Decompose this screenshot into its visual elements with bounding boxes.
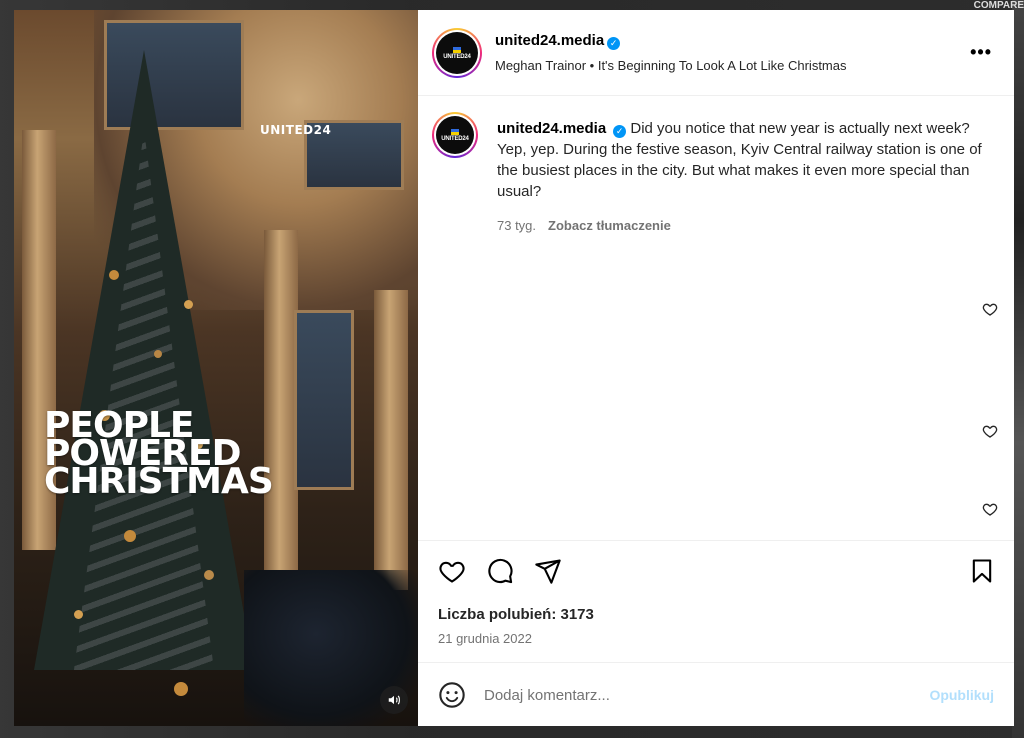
caption-avatar[interactable]: UNITED24 <box>432 112 478 158</box>
ornament <box>74 610 83 619</box>
more-options-button[interactable]: ••• <box>970 42 992 63</box>
heart-icon[interactable] <box>438 557 466 585</box>
smiley-icon[interactable] <box>438 681 466 709</box>
ornament <box>109 270 119 280</box>
media-column <box>374 290 408 590</box>
ornament <box>174 682 188 696</box>
caption-username[interactable]: united24.media <box>497 120 606 137</box>
avatar[interactable]: UNITED24 <box>432 28 482 78</box>
mute-button[interactable] <box>380 686 408 714</box>
header-username[interactable]: united24.media <box>495 32 604 49</box>
avatar-text: UNITED24 <box>441 135 469 142</box>
media-headline: PEOPLE POWERED CHRISTMAS <box>44 408 274 502</box>
post-panel: UNITED24 united24.media ✓ Meghan Trainor … <box>418 10 1014 726</box>
verified-badge-icon: ✓ <box>607 37 621 50</box>
audio-attribution[interactable]: Meghan Trainor • It's Beginning To Look … <box>495 58 847 73</box>
comment-like-heart-icon[interactable] <box>982 301 998 317</box>
publish-button[interactable]: Opublikuj <box>929 687 994 703</box>
see-translation-link[interactable]: Zobacz tłumaczenie <box>548 218 671 233</box>
ornament <box>204 570 214 580</box>
media-brand-overlay: UNITED24 <box>260 123 332 137</box>
media-column <box>264 230 298 570</box>
bookmark-icon[interactable] <box>968 557 996 585</box>
likes-count[interactable]: Liczba polubień: 3173 <box>438 606 594 623</box>
comment-bar: Opublikuj <box>418 662 1014 726</box>
media-window <box>294 310 354 490</box>
post-actions <box>418 540 1014 598</box>
speaker-icon <box>388 695 400 705</box>
comment-like-heart-icon[interactable] <box>982 423 998 439</box>
avatar-text: UNITED24 <box>443 53 471 60</box>
post-header: UNITED24 united24.media ✓ Meghan Trainor … <box>418 10 1014 96</box>
flag-icon <box>451 128 459 135</box>
comment-icon[interactable] <box>486 557 514 585</box>
caption-text: united24.media ✓ Did you notice that new … <box>497 118 987 202</box>
ornament <box>154 350 162 358</box>
caption-meta: 73 tyg. Zobacz tłumaczenie <box>497 218 671 233</box>
post-media[interactable]: UNITED24 PEOPLE POWERED CHRISTMAS <box>14 10 418 726</box>
ornament <box>124 530 136 542</box>
header-username-row: united24.media ✓ <box>495 32 621 50</box>
post-date[interactable]: 21 grudnia 2022 <box>438 631 532 646</box>
comment-input[interactable] <box>484 681 904 709</box>
headline-line: CHRISTMAS <box>44 461 274 502</box>
flag-icon <box>453 46 461 53</box>
ornament <box>184 300 193 309</box>
paper-plane-icon[interactable] <box>534 557 562 585</box>
caption-age: 73 tyg. <box>497 218 537 233</box>
comment-like-heart-icon[interactable] <box>982 501 998 517</box>
verified-badge-icon: ✓ <box>613 125 627 138</box>
